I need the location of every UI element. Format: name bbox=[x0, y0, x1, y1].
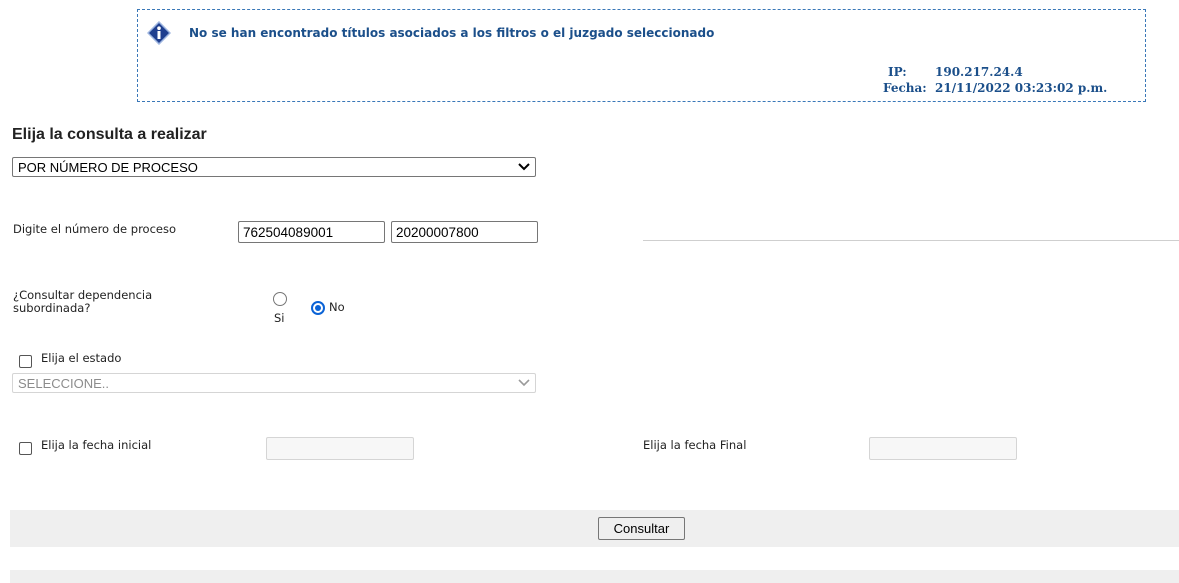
fecha-final-label: Elija la fecha Final bbox=[643, 438, 747, 452]
chevron-down-icon bbox=[513, 379, 535, 387]
subordinate-label-line2: subordinada? bbox=[13, 301, 91, 315]
results-bar bbox=[10, 570, 1179, 583]
radio-si-label: Si bbox=[274, 311, 285, 325]
subordinate-label: ¿Consultar dependencia subordinada? bbox=[13, 289, 152, 315]
fecha-final-input[interactable] bbox=[869, 437, 1017, 460]
action-bar bbox=[10, 510, 1179, 547]
process-number-part1-input[interactable]: 762504089001 bbox=[238, 221, 385, 243]
chevron-down-icon bbox=[513, 163, 535, 171]
process-number-part1-value: 762504089001 bbox=[243, 224, 334, 240]
estado-label: Elija el estado bbox=[41, 351, 122, 365]
ip-value: 190.217.24.4 bbox=[935, 65, 1023, 79]
divider-line bbox=[643, 240, 1179, 241]
radio-no-label: No bbox=[329, 300, 345, 314]
fecha-inicial-input[interactable] bbox=[266, 437, 414, 460]
ip-label: IP: bbox=[888, 65, 907, 79]
radio-si[interactable] bbox=[273, 292, 287, 306]
query-title: Elija la consulta a realizar bbox=[12, 126, 207, 143]
process-number-part2-value: 20200007800 bbox=[396, 224, 479, 240]
info-icon bbox=[146, 20, 172, 46]
fecha-label: Fecha: bbox=[883, 81, 927, 95]
consultar-button[interactable]: Consultar bbox=[598, 517, 685, 540]
fecha-value: 21/11/2022 03:23:02 p.m. bbox=[935, 81, 1108, 95]
fecha-inicial-label: Elija la fecha inicial bbox=[41, 438, 152, 452]
estado-checkbox[interactable] bbox=[19, 355, 32, 368]
estado-select-value: SELECCIONE.. bbox=[18, 375, 110, 391]
process-number-part2-input[interactable]: 20200007800 bbox=[391, 221, 538, 243]
notice-message: No se han encontrado títulos asociados a… bbox=[189, 26, 715, 40]
query-type-select[interactable]: POR NÚMERO DE PROCESO bbox=[12, 157, 536, 177]
radio-no[interactable] bbox=[311, 301, 325, 315]
query-type-value: POR NÚMERO DE PROCESO bbox=[18, 159, 198, 175]
fecha-inicial-checkbox[interactable] bbox=[19, 442, 32, 455]
estado-select[interactable]: SELECCIONE.. bbox=[12, 373, 536, 393]
process-number-label: Digite el número de proceso bbox=[13, 222, 176, 236]
